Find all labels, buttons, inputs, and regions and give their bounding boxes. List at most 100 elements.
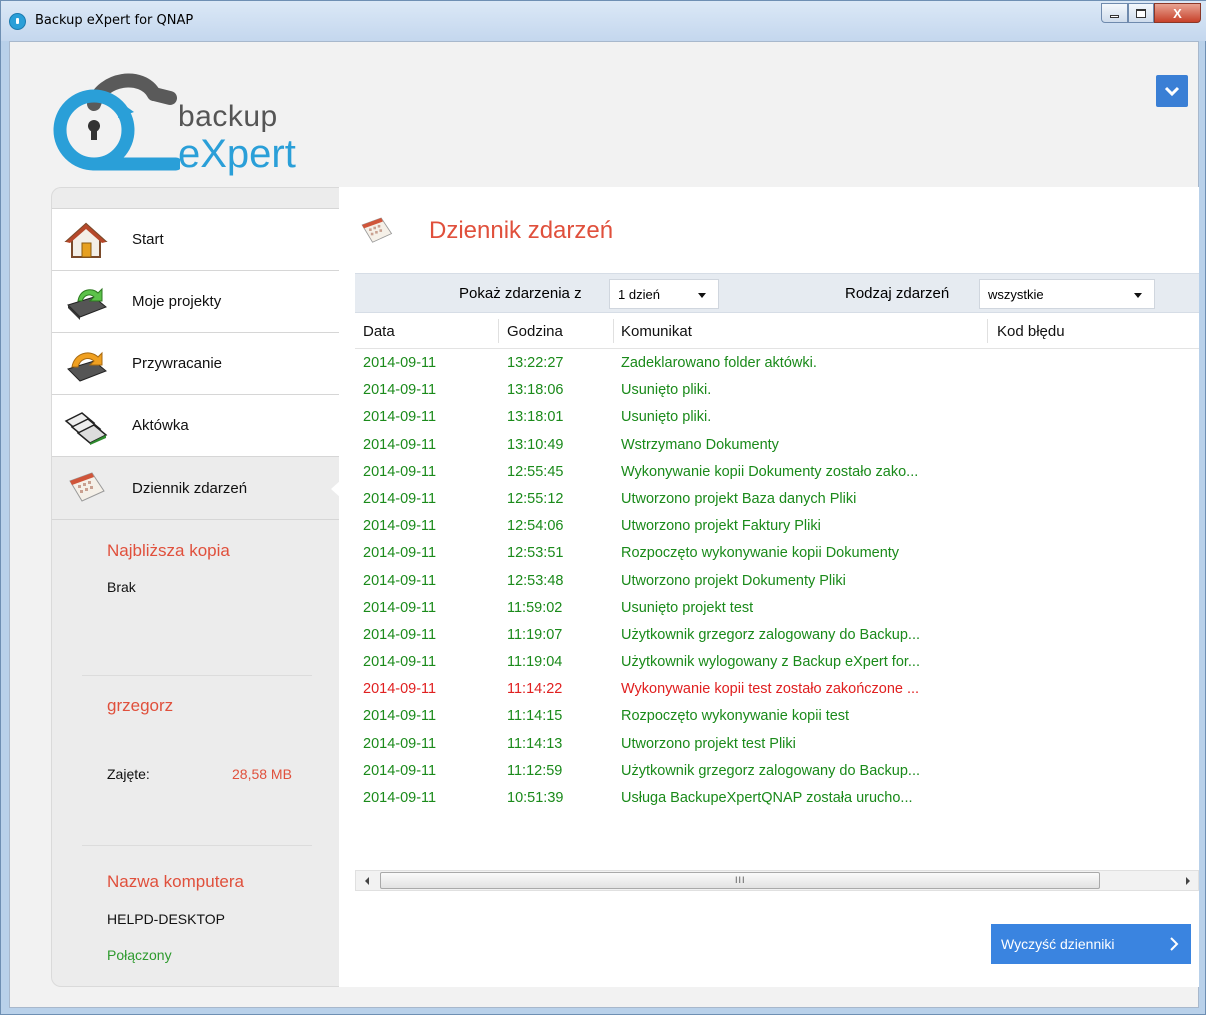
projects-icon <box>67 287 107 320</box>
cell-time: 11:12:59 <box>507 762 563 779</box>
minimize-button[interactable] <box>1101 3 1128 23</box>
cell-time: 11:14:22 <box>507 681 563 698</box>
cell-date: 2014-09-11 <box>363 735 437 752</box>
chevron-right-icon <box>1170 937 1179 951</box>
page-title: Dziennik zdarzeń <box>429 217 614 244</box>
cell-time: 12:53:51 <box>507 545 564 562</box>
nav-item-briefcase[interactable]: Aktówka <box>52 394 340 456</box>
nav-item-start[interactable]: Start <box>52 208 340 270</box>
divider <box>82 675 312 676</box>
column-header-error-code[interactable]: Kod błędu <box>997 323 1065 340</box>
column-header-message[interactable]: Komunikat <box>621 323 692 340</box>
nav-label-event-log: Dziennik zdarzeń <box>132 479 248 497</box>
column-divider[interactable] <box>613 319 614 343</box>
arrow-left-icon <box>364 876 369 885</box>
nav-label-start: Start <box>132 231 164 248</box>
next-backup-heading: Najbliższa kopia <box>107 541 230 560</box>
cell-message: Rozpoczęto wykonywanie kopii test <box>621 708 850 725</box>
table-row[interactable]: 2014-09-11 11:14:15 Rozpoczęto wykonywanie… <box>355 703 1199 730</box>
cell-time: 12:53:48 <box>507 572 564 589</box>
scroll-right-button[interactable] <box>1179 871 1196 890</box>
app-window: Backup eXpert for QNAP X backup eXpert S… <box>0 0 1206 1015</box>
computer-name-value: HELPD-DESKTOP <box>107 911 225 927</box>
cell-time: 11:19:07 <box>507 626 563 643</box>
app-logo: backup eXpert <box>50 68 320 178</box>
close-button[interactable]: X <box>1154 3 1201 23</box>
maximize-button[interactable] <box>1128 3 1154 23</box>
table-row[interactable]: 2014-09-11 10:51:39 Usługa BackupeXpertQNA… <box>355 785 1199 812</box>
cell-date: 2014-09-11 <box>363 708 437 725</box>
cell-time: 11:19:04 <box>507 654 563 671</box>
clear-logs-button[interactable]: Wyczyść dzienniki <box>991 924 1191 964</box>
table-row[interactable]: 2014-09-11 13:18:06 Usunięto pliki. <box>355 377 1199 404</box>
table-row[interactable]: 2014-09-11 12:54:06 Utworzono projekt Fakt… <box>355 513 1199 540</box>
column-divider[interactable] <box>498 319 499 343</box>
user-name: grzegorz <box>107 696 174 715</box>
type-filter-select[interactable]: wszystkie <box>979 279 1155 309</box>
type-filter-value: wszystkie <box>988 286 1044 302</box>
cell-message: Użytkownik grzegorz zalogowany do Backup… <box>621 762 921 779</box>
cell-message: Rozpoczęto wykonywanie kopii Dokumenty <box>621 545 900 562</box>
nav-item-restore[interactable]: Przywracanie <box>52 332 340 394</box>
period-filter-select[interactable]: 1 dzień <box>609 279 719 309</box>
table-row[interactable]: 2014-09-11 11:59:02 Usunięto projekt test <box>355 595 1199 622</box>
nav-item-projects[interactable]: Moje projekty <box>52 270 340 332</box>
table-row[interactable]: 2014-09-11 12:55:45 Wykonywanie kopii Doku… <box>355 459 1199 486</box>
column-header-date[interactable]: Data <box>363 323 395 340</box>
cell-message: Utworzono projekt Dokumenty Pliki <box>621 572 846 589</box>
app-icon <box>9 13 26 30</box>
cell-time: 12:54:06 <box>507 518 564 535</box>
column-header-time[interactable]: Godzina <box>507 323 563 340</box>
cell-date: 2014-09-11 <box>363 409 437 426</box>
main-panel: Dziennik zdarzeń Pokaż zdarzenia z 1 dzi… <box>339 187 1199 987</box>
scrollbar-grip: III <box>735 875 746 885</box>
client-area: backup eXpert Start Moje projekty Przywr… <box>9 41 1199 1008</box>
cell-date: 2014-09-11 <box>363 654 437 671</box>
cell-message: Usunięto projekt test <box>621 599 754 616</box>
table-row[interactable]: 2014-09-11 11:14:22 Wykonywanie kopii test… <box>355 676 1199 703</box>
table-row[interactable]: 2014-09-11 12:53:48 Utworzono projekt Doku… <box>355 568 1199 595</box>
dropdown-arrow-icon <box>1134 293 1142 298</box>
horizontal-scrollbar[interactable]: III <box>355 870 1199 891</box>
table-row[interactable]: 2014-09-11 11:12:59 Użytkownik grzegorz za… <box>355 758 1199 785</box>
scrollbar-thumb[interactable]: III <box>380 872 1100 889</box>
maximize-icon <box>1136 8 1146 18</box>
filter-bar: Pokaż zdarzenia z 1 dzień Rodzaj zdarzeń… <box>355 273 1199 313</box>
cell-message: Wykonywanie kopii Dokumenty zostało zako… <box>621 463 919 480</box>
arrow-right-icon <box>1185 876 1190 885</box>
nav-label-projects: Moje projekty <box>132 293 222 310</box>
nav-item-event-log[interactable]: Dziennik zdarzeń <box>52 456 341 520</box>
cell-message: Wstrzymano Dokumenty <box>621 436 779 453</box>
table-row[interactable]: 2014-09-11 13:22:27 Zadeklarowano folder a… <box>355 350 1199 377</box>
briefcase-icon <box>64 412 108 445</box>
cell-date: 2014-09-11 <box>363 599 437 616</box>
title-bar[interactable]: Backup eXpert for QNAP X <box>1 1 1206 41</box>
event-log-table: Data Godzina Komunikat Kod błędu 2014-09… <box>355 313 1199 853</box>
table-row[interactable]: 2014-09-11 13:10:49 Wstrzymano Dokumenty <box>355 432 1199 459</box>
cell-date: 2014-09-11 <box>363 490 437 507</box>
table-row[interactable]: 2014-09-11 11:14:13 Utworzono projekt test… <box>355 731 1199 758</box>
table-row[interactable]: 2014-09-11 11:19:07 Użytkownik grzegorz za… <box>355 622 1199 649</box>
table-row[interactable]: 2014-09-11 13:18:01 Usunięto pliki. <box>355 404 1199 431</box>
column-divider[interactable] <box>987 319 988 343</box>
home-icon <box>64 222 108 258</box>
table-header: Data Godzina Komunikat Kod błędu <box>355 313 1199 349</box>
event-log-icon <box>69 472 105 502</box>
event-log-icon <box>361 217 393 243</box>
cell-message: Użytkownik wylogowany z Backup eXpert fo… <box>621 654 920 671</box>
menu-dropdown-button[interactable] <box>1156 75 1188 107</box>
cell-time: 11:59:02 <box>507 599 563 616</box>
chevron-down-icon <box>1164 86 1180 97</box>
scroll-left-button[interactable] <box>358 871 375 890</box>
cell-message: Usunięto pliki. <box>621 409 712 426</box>
table-body: 2014-09-11 13:22:27 Zadeklarowano folder a… <box>355 350 1199 812</box>
table-row[interactable]: 2014-09-11 12:55:12 Utworzono projekt Baza… <box>355 486 1199 513</box>
cloud-lock-logo-icon <box>53 73 183 171</box>
close-icon: X <box>1173 5 1182 21</box>
cell-message: Zadeklarowano folder aktówki. <box>621 355 817 371</box>
cell-message: Utworzono projekt Faktury Pliki <box>621 518 821 535</box>
table-row[interactable]: 2014-09-11 12:53:51 Rozpoczęto wykonywanie… <box>355 540 1199 567</box>
cell-date: 2014-09-11 <box>363 463 437 480</box>
logo-text-expert: eXpert <box>178 132 296 176</box>
table-row[interactable]: 2014-09-11 11:19:04 Użytkownik wylogowany … <box>355 649 1199 676</box>
